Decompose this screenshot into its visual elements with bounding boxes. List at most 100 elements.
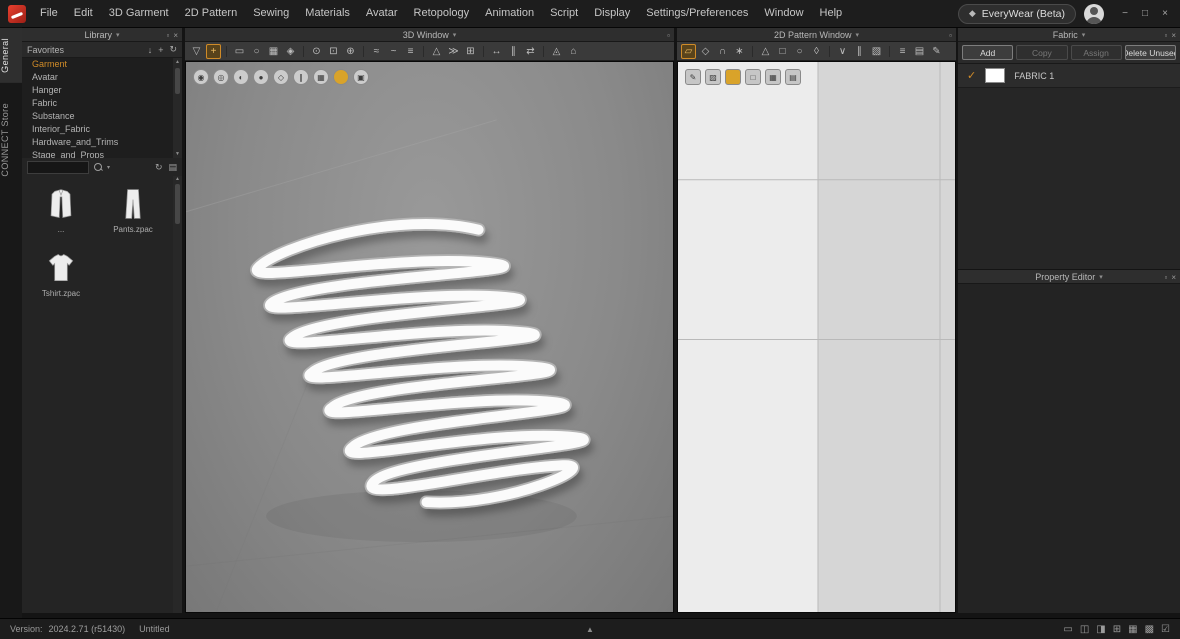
segment-sewing-tool-icon[interactable]: ≈ [369,44,384,59]
library-item-hardware-and-trims[interactable]: Hardware_and_Trims [22,136,173,149]
show-grid-2d-icon[interactable]: ▦ [765,69,781,85]
expand-bottom-panel-button[interactable]: ▲ [586,625,594,634]
render-view-icon[interactable]: ▣ [353,69,369,85]
menu-item[interactable]: File [32,0,66,27]
simulate-tool-icon[interactable]: ▽ [189,44,204,59]
close-button[interactable]: × [1156,5,1174,23]
pin-tool-icon[interactable]: ⊙ [309,44,324,59]
everywear-badge[interactable]: ◆ EveryWear (Beta) [957,3,1076,24]
menu-item[interactable]: Window [756,0,811,27]
library-item-hanger[interactable]: Hanger [22,84,173,97]
fold-arrangement-tool-icon[interactable]: △ [429,44,444,59]
select-lasso-tool-icon[interactable]: ○ [249,44,264,59]
property-editor-undock-icon[interactable]: ▫ [1164,273,1167,282]
scrollbar-thumb[interactable] [175,184,180,224]
show-grid-icon[interactable]: ▦ [313,69,329,85]
garment-3d-coil[interactable] [250,217,591,510]
select-box-tool-icon[interactable]: ▭ [232,44,247,59]
library-item-fabric[interactable]: Fabric [22,97,173,110]
seam-allowance-tool-icon[interactable]: ∥ [852,44,867,59]
circle-tool-icon[interactable]: ○ [792,44,807,59]
show-avatar-tape-icon[interactable]: ∥ [293,69,309,85]
account-avatar[interactable] [1084,3,1104,24]
menu-item[interactable]: Materials [297,0,358,27]
material-sphere-2d-icon[interactable] [725,69,741,85]
menu-item[interactable]: Script [542,0,586,27]
layout-preset-4-icon[interactable]: ⊞ [1113,624,1121,635]
property-editor-caret-icon[interactable]: ▾ [1099,273,1103,281]
library-list-scrollbar[interactable]: ▲ ▼ [173,58,182,158]
delete-unused-fabric-button[interactable]: Delete Unused [1124,45,1176,60]
view-mode-icon[interactable]: ▤ [168,162,177,173]
add-fabric-button[interactable]: Add [962,45,1014,60]
menu-item[interactable]: 2D Pattern [177,0,246,27]
library-close-icon[interactable]: × [173,31,178,40]
menu-item[interactable]: Animation [477,0,542,27]
fabric-list-item[interactable]: ✓ FABRIC 1 [958,64,1180,88]
edit-curvature-tool-icon[interactable]: ∩ [715,44,730,59]
pin-box-tool-icon[interactable]: ⊡ [326,44,341,59]
search-input[interactable] [27,160,89,174]
2d-window-caret-icon[interactable]: ▾ [856,31,860,39]
material-sphere-icon[interactable] [333,69,349,85]
show-avatar-icon[interactable]: ◉ [193,69,209,85]
free-sewing-tool-icon[interactable]: ~ [386,44,401,59]
tack-on-avatar-tool-icon[interactable]: ⊕ [343,44,358,59]
edit-sewing-tool-icon[interactable]: ≡ [403,44,418,59]
layout-preset-1-icon[interactable]: ▭ [1063,624,1072,635]
search-refresh-icon[interactable]: ↻ [155,162,163,173]
select-move-tool-icon[interactable]: + [206,43,221,59]
wind-tool-icon[interactable]: ≫ [446,44,461,59]
layout-preset-3-icon[interactable]: ◨ [1096,624,1105,635]
fit-view-tool-icon[interactable]: ⌂ [566,44,581,59]
menu-item[interactable]: Help [812,0,851,27]
library-item-substance[interactable]: Substance [22,110,173,123]
scrollbar-thumb[interactable] [175,68,180,94]
show-base-fabric-icon[interactable]: □ [745,69,761,85]
assign-material-tool-icon[interactable]: ◈ [283,44,298,59]
tab-general[interactable]: General [0,28,22,83]
maximize-button[interactable]: □ [1136,5,1154,23]
menu-item[interactable]: Avatar [358,0,406,27]
2d-window-undock-icon[interactable]: ▫ [949,31,952,40]
3d-window-caret-icon[interactable]: ▾ [453,31,457,39]
3d-window-undock-icon[interactable]: ▫ [667,31,670,40]
library-item-interior-fabric[interactable]: Interior_Fabric [22,123,173,136]
layout-confirm-icon[interactable]: ☑ [1161,624,1170,635]
add-favorite-icon[interactable]: + [158,44,163,55]
layout-preset-2-icon[interactable]: ◫ [1080,624,1089,635]
add-point-tool-icon[interactable]: ∗ [732,44,747,59]
flatten-tool-icon[interactable]: ⇄ [523,44,538,59]
property-editor-close-icon[interactable]: × [1171,273,1176,282]
file-item-tshirt[interactable]: Tshirt.zpac [36,250,86,298]
show-arrangement-points-icon[interactable]: ◐ [233,69,249,85]
library-item-avatar[interactable]: Avatar [22,71,173,84]
file-item-garment[interactable]: ... [36,186,86,234]
app-logo-icon[interactable] [8,4,26,23]
scroll-down-icon[interactable]: ▼ [175,150,180,158]
fabric-selected-check-icon[interactable]: ✓ [967,69,976,82]
brush-tool-icon[interactable]: ✎ [685,69,701,85]
tape-tool-icon[interactable]: ∥ [506,44,521,59]
scroll-up-icon[interactable]: ▲ [175,58,180,66]
file-browser-scrollbar[interactable]: ▲ [173,176,182,613]
fabric-close-icon[interactable]: × [1171,31,1176,40]
show-garment-icon[interactable]: ◎ [213,69,229,85]
pen-tool-icon[interactable]: ✎ [929,44,944,59]
menu-item[interactable]: Edit [66,0,101,27]
print-layout-tool-icon[interactable]: ▤ [912,44,927,59]
edit-pattern-tool-icon[interactable]: ◇ [698,44,713,59]
copy-fabric-button[interactable]: Copy [1016,45,1068,60]
rectangle-tool-icon[interactable]: □ [775,44,790,59]
search-options-caret-icon[interactable]: ▾ [107,164,110,171]
minimize-button[interactable]: − [1116,5,1134,23]
menu-item[interactable]: Retopology [406,0,478,27]
library-undock-icon[interactable]: ▫ [166,31,169,40]
library-caret-icon[interactable]: ▾ [116,31,120,39]
tab-connect-store[interactable]: CONNECT Store [0,93,22,187]
layout-preset-5-icon[interactable]: ▦ [1128,624,1137,635]
layout-preset-6-icon[interactable]: ▩ [1145,624,1154,635]
strain-map-tool-icon[interactable]: ◬ [549,44,564,59]
menu-item[interactable]: Settings/Preferences [638,0,756,27]
assign-fabric-button[interactable]: Assign [1070,45,1122,60]
